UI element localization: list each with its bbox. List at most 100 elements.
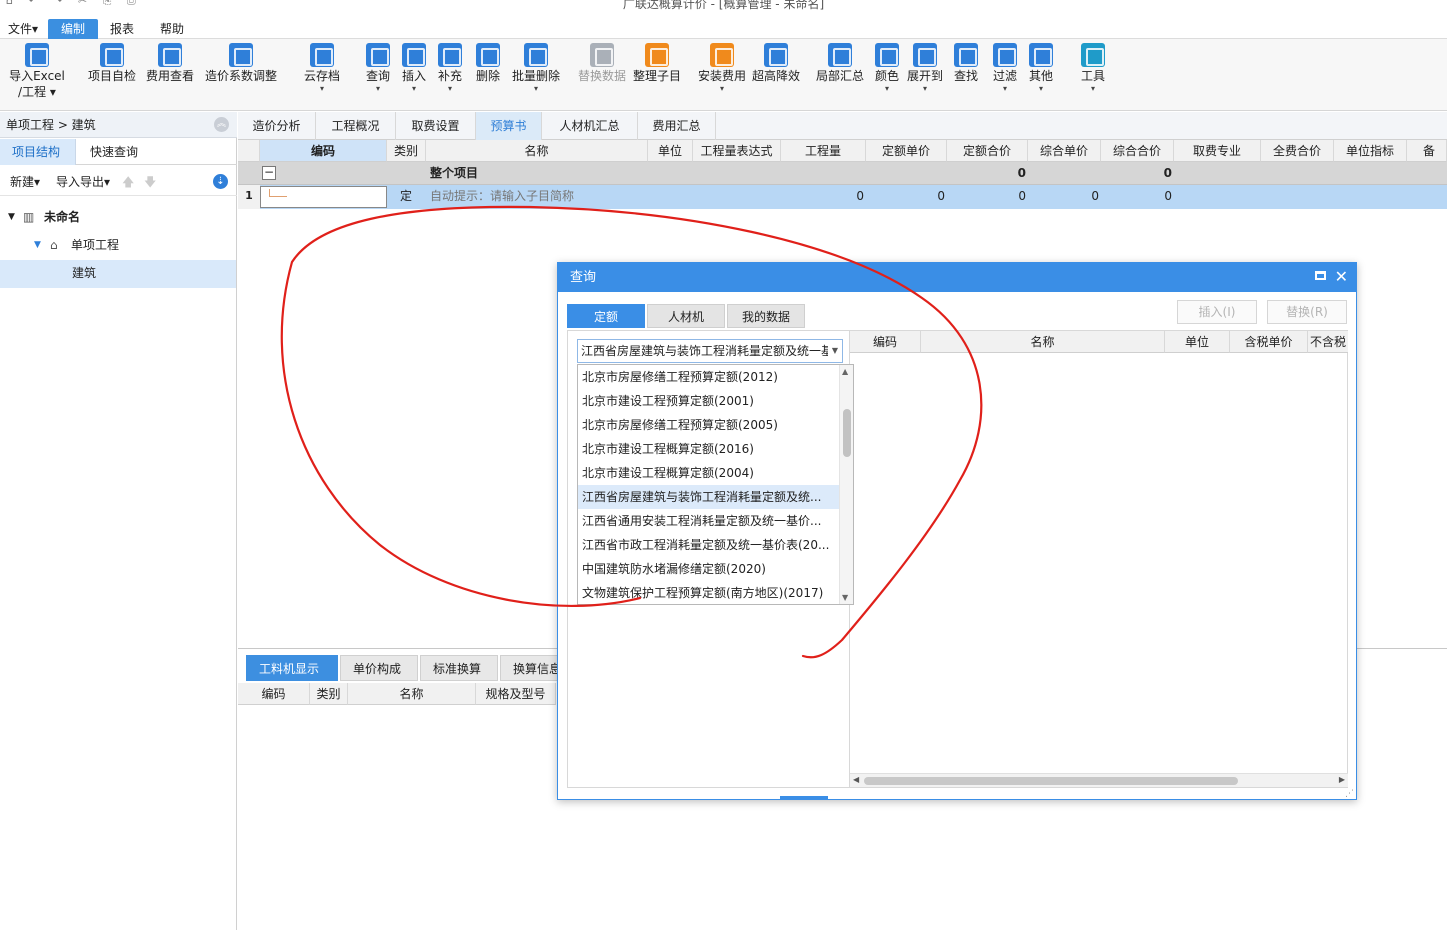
ribbon-button[interactable]: 导入Excel/工程 ▾: [4, 43, 70, 100]
dropdown-option[interactable]: 北京市建设工程概算定额(2016): [578, 437, 840, 461]
grid-header[interactable]: 综合合价: [1101, 140, 1174, 162]
scroll-down-icon[interactable]: ▼: [842, 593, 848, 602]
dropdown-option[interactable]: 文物建筑保护工程预算定额(南方地区)(2017): [578, 581, 840, 605]
replace-button[interactable]: 替换(R): [1267, 300, 1347, 324]
ribbon-button[interactable]: 超高降效: [750, 43, 802, 84]
result-header[interactable]: 单位: [1165, 331, 1230, 353]
tab-quota[interactable]: 定额: [567, 304, 645, 328]
splitter-handle[interactable]: [780, 796, 828, 800]
ribbon-button[interactable]: 安装费用 ▾: [696, 43, 748, 94]
tab-my-data[interactable]: 我的数据: [727, 304, 805, 328]
tab-labor-material[interactable]: 人材机: [647, 304, 725, 328]
download-icon[interactable]: ⇣: [213, 174, 228, 189]
close-icon[interactable]: ✕: [1335, 266, 1348, 288]
grid-header[interactable]: 编码: [260, 140, 387, 162]
dropdown-option[interactable]: 北京市房屋修缮工程预算定额(2005): [578, 413, 840, 437]
tree-node-building[interactable]: 建筑: [0, 260, 236, 288]
tab-fee-summary[interactable]: 费用汇总: [638, 112, 716, 140]
grid-header[interactable]: 定额单价: [866, 140, 947, 162]
scroll-thumb[interactable]: [864, 777, 1238, 785]
ribbon-button[interactable]: 展开到 ▾: [904, 43, 946, 94]
tab-material-display[interactable]: 工料机显示: [246, 655, 338, 681]
ribbon-button[interactable]: 查找: [950, 43, 982, 84]
collapse-panel-icon[interactable]: ︽: [214, 117, 229, 132]
bottom-header[interactable]: 规格及型号: [476, 683, 556, 705]
tab-budget-book[interactable]: 预算书: [476, 112, 542, 140]
horizontal-scrollbar[interactable]: ◀ ▶: [850, 773, 1348, 787]
result-header[interactable]: 名称: [921, 331, 1165, 353]
tab-fee-settings[interactable]: 取费设置: [396, 112, 476, 140]
tab-cost-analysis[interactable]: 造价分析: [238, 112, 316, 140]
result-header[interactable]: 含税单价: [1230, 331, 1308, 353]
dialog-title-bar[interactable]: 查询 ✕: [558, 263, 1356, 292]
tree-node-root[interactable]: ▼ ▥ 未命名: [0, 204, 236, 232]
grid-header[interactable]: 定额合价: [947, 140, 1028, 162]
ribbon-button[interactable]: 查询 ▾: [362, 43, 394, 94]
table-row[interactable]: 1 定 自动提示：请输入子目简称 0 0 0 0 0: [238, 185, 1447, 209]
result-header[interactable]: 不含税: [1308, 331, 1348, 353]
quota-library-select[interactable]: 江西省房屋建筑与装饰工程消耗量定额及统一基价表(2017) ▼: [577, 339, 843, 363]
dropdown-option[interactable]: 江西省市政工程消耗量定额及统一基价表(20...: [578, 533, 840, 557]
chevron-down-icon[interactable]: ▼: [828, 340, 842, 362]
tab-unit-price[interactable]: 单价构成: [340, 655, 418, 681]
dropdown-option[interactable]: 北京市房屋修缮工程预算定额(2012): [578, 365, 840, 389]
ribbon-button[interactable]: 其他 ▾: [1024, 43, 1058, 94]
tab-project-overview[interactable]: 工程概况: [316, 112, 396, 140]
dropdown-option[interactable]: 北京市建设工程预算定额(2001): [578, 389, 840, 413]
grid-header[interactable]: 工程量: [781, 140, 866, 162]
maximize-icon[interactable]: [1315, 271, 1326, 280]
dropdown-option[interactable]: 北京市建设工程概算定额(2004): [578, 461, 840, 485]
scroll-up-icon[interactable]: ▲: [842, 367, 848, 376]
ribbon-button[interactable]: 云存档 ▾: [300, 43, 344, 94]
menu-help[interactable]: 帮助: [152, 19, 192, 39]
grid-header[interactable]: 工程量表达式: [693, 140, 781, 162]
scroll-left-icon[interactable]: ◀: [853, 775, 859, 784]
tab-project-structure[interactable]: 项目结构: [0, 139, 76, 165]
ribbon-button[interactable]: 项目自检: [86, 43, 138, 84]
ribbon-button[interactable]: 批量删除 ▾: [508, 43, 564, 94]
move-up-icon[interactable]: 🡅: [122, 173, 134, 194]
grid-header[interactable]: 综合单价: [1028, 140, 1101, 162]
ribbon-button[interactable]: 工具 ▾: [1076, 43, 1110, 94]
collapse-toggle-icon[interactable]: −: [262, 166, 276, 180]
import-export-button[interactable]: 导入导出▾: [56, 173, 110, 190]
grid-header[interactable]: 单位指标: [1334, 140, 1407, 162]
ribbon-button[interactable]: 替换数据: [576, 43, 628, 84]
move-down-icon[interactable]: 🡇: [144, 173, 156, 194]
ribbon-button[interactable]: 补充 ▾: [434, 43, 466, 94]
grid-header[interactable]: 取费专业: [1174, 140, 1261, 162]
bottom-header[interactable]: 类别: [310, 683, 348, 705]
dropdown-option[interactable]: 江西省通用安装工程消耗量定额及统一基价...: [578, 509, 840, 533]
table-row[interactable]: − 整个项目 0 0: [238, 162, 1447, 185]
grid-header[interactable]: 类别: [387, 140, 426, 162]
dropdown-option[interactable]: 江西省房屋建筑与装饰工程消耗量定额及统...: [578, 485, 840, 509]
ribbon-button[interactable]: 造价系数调整: [202, 43, 280, 84]
tab-material-summary[interactable]: 人材机汇总: [542, 112, 638, 140]
tab-quick-query[interactable]: 快速查询: [78, 139, 150, 165]
ribbon-button[interactable]: 过滤 ▾: [988, 43, 1022, 94]
dropdown-option[interactable]: 中国建筑防水堵漏修缮定额(2020): [578, 557, 840, 581]
ribbon-button[interactable]: 费用查看: [144, 43, 196, 84]
bottom-header[interactable]: 编码: [238, 683, 310, 705]
tree-node-single-project[interactable]: ▼ ⌂ 单项工程: [0, 232, 236, 260]
menu-report[interactable]: 报表: [102, 19, 142, 39]
resize-grip-icon[interactable]: ⋰: [1345, 789, 1354, 799]
menu-edit[interactable]: 编制: [48, 19, 98, 39]
menu-file[interactable]: 文件▾: [0, 19, 46, 39]
insert-button[interactable]: 插入(I): [1177, 300, 1257, 324]
ribbon-button[interactable]: 删除: [470, 43, 506, 84]
code-input[interactable]: [260, 186, 387, 208]
ribbon-button[interactable]: 整理子目: [630, 43, 684, 84]
grid-header[interactable]: 全费合价: [1261, 140, 1334, 162]
grid-header[interactable]: 单位: [648, 140, 693, 162]
grid-header[interactable]: 名称: [426, 140, 648, 162]
scroll-right-icon[interactable]: ▶: [1339, 775, 1345, 784]
ribbon-button[interactable]: 插入 ▾: [398, 43, 430, 94]
ribbon-button[interactable]: 局部汇总: [814, 43, 866, 84]
grid-header[interactable]: 备: [1407, 140, 1447, 162]
result-header[interactable]: 编码: [850, 331, 921, 353]
new-button[interactable]: 新建▾: [10, 173, 40, 190]
bottom-header[interactable]: 名称: [348, 683, 476, 705]
ribbon-button[interactable]: 颜色 ▾: [870, 43, 904, 94]
tab-standard-conversion[interactable]: 标准换算: [420, 655, 498, 681]
